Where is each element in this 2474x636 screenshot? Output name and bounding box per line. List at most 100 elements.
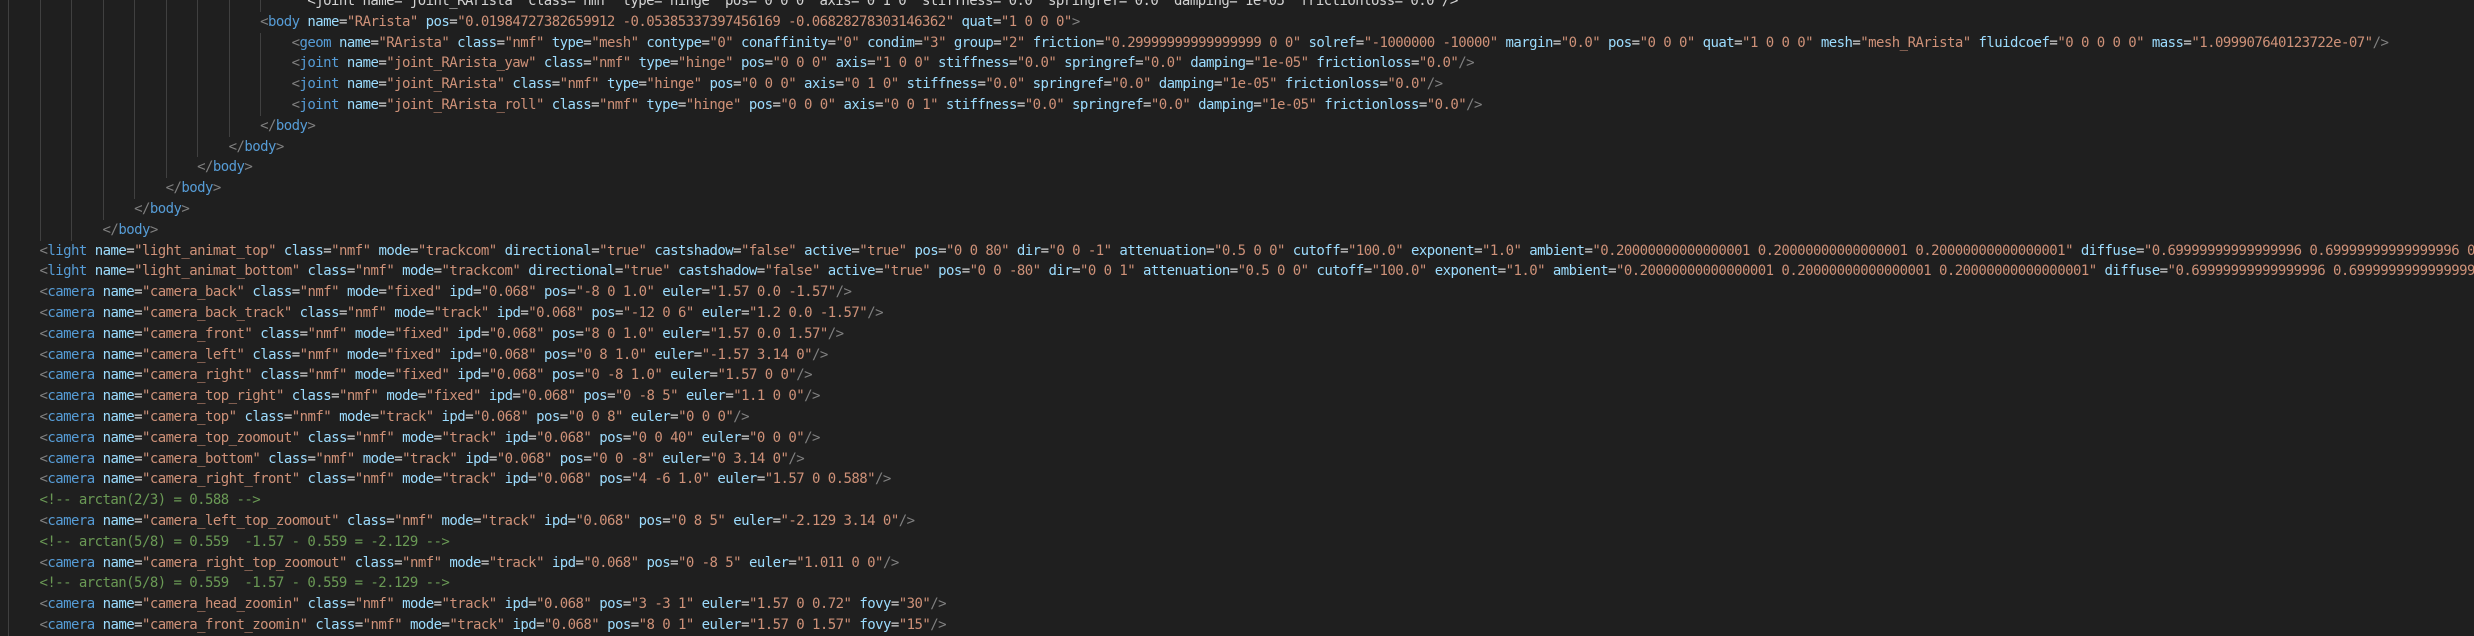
- quote-mark: ": [740, 76, 749, 93]
- code-line[interactable]: <joint name="joint_RArista_roll" class="…: [0, 94, 2474, 116]
- attribute-value: fixed: [402, 367, 442, 384]
- equals-sign: =: [1363, 263, 1372, 280]
- code-line[interactable]: <camera name="camera_left" class="nmf" m…: [0, 344, 2474, 366]
- indent-guide: [8, 406, 9, 428]
- equals-sign: =: [473, 346, 481, 363]
- attribute-name: euler: [630, 408, 671, 425]
- quote-mark: ": [362, 242, 371, 259]
- quote-mark: ": [528, 284, 537, 301]
- attribute-name: pos: [425, 13, 450, 30]
- code-line[interactable]: <camera name="camera_top_right" class="n…: [0, 386, 2474, 407]
- code-comment: <!-- arctan(5/8) = 0.559 -1.57 - 0.559 =…: [39, 575, 450, 592]
- code-line[interactable]: <joint name="joint_RArista_yaw" class="n…: [0, 53, 2474, 75]
- attribute-value: nmf: [362, 263, 387, 280]
- code-line[interactable]: </body>: [0, 115, 2474, 137]
- indent-guide: [165, 157, 167, 179]
- quote-mark: ": [1363, 34, 1372, 51]
- code-line[interactable]: </body>: [0, 136, 2474, 158]
- indent-guide: [8, 469, 9, 491]
- attribute-value: 1e-05: [1269, 96, 1309, 113]
- code-line[interactable]: </body>: [0, 198, 2474, 220]
- attribute-name: ipd: [457, 367, 481, 384]
- code-line[interactable]: <!-- arctan(2/3) = 0.588 -->: [0, 490, 2474, 511]
- quote-mark: ": [1592, 34, 1601, 51]
- code-line[interactable]: <camera name="camera_bottom" class="nmf"…: [0, 448, 2474, 470]
- quote-mark: ": [1560, 34, 1569, 51]
- quote-mark: ": [433, 304, 442, 321]
- attribute-name: cutoff: [1316, 263, 1364, 280]
- quote-mark: ": [528, 346, 537, 363]
- quote-mark: ": [685, 616, 694, 633]
- code-line[interactable]: <camera name="camera_front" class="nmf" …: [0, 323, 2474, 345]
- code-line[interactable]: <camera name="camera_back_track" class="…: [0, 302, 2474, 324]
- attribute-name: ipd: [457, 325, 481, 342]
- attribute-name: contype: [646, 34, 702, 51]
- attribute-value: 1.57 0.0 1.57: [717, 325, 820, 342]
- attribute-value: -1.57 3.14 0: [709, 346, 805, 363]
- equals-sign: =: [134, 388, 142, 405]
- code-line[interactable]: </body>: [0, 178, 2474, 199]
- quote-mark: ": [425, 408, 434, 425]
- code-line[interactable]: <!-- arctan(5/8) = 0.559 -1.57 - 0.559 =…: [0, 573, 2474, 595]
- code-editor[interactable]: <joint name="joint_RArista" class="nmf" …: [0, 0, 2474, 636]
- attribute-name: name: [102, 346, 135, 363]
- indent-guide: [165, 11, 167, 33]
- quote-mark: ": [141, 325, 150, 342]
- attribute-value: nmf: [299, 408, 324, 425]
- equals-sign: =: [622, 596, 631, 613]
- attribute-value: camera_bottom: [149, 450, 253, 467]
- quote-mark: ": [544, 450, 552, 467]
- tag-name: joint: [299, 55, 340, 72]
- quote-mark: ": [622, 55, 631, 72]
- quote-mark: ": [1032, 263, 1041, 280]
- equals-sign: =: [1206, 242, 1214, 259]
- code-line[interactable]: <camera name="camera_right" class="nmf" …: [0, 365, 2474, 387]
- indent-guide: [71, 157, 73, 179]
- quote-mark: ": [141, 450, 150, 467]
- indent-guide: [8, 573, 9, 595]
- quote-mark: ": [1103, 242, 1112, 259]
- code-line[interactable]: <camera name="camera_left_top_zoomout" c…: [0, 510, 2474, 532]
- tag-bracket: </: [165, 180, 182, 197]
- quote-mark: ": [244, 367, 253, 384]
- attribute-name: stiffness: [945, 96, 1017, 113]
- indent-guide: [8, 365, 9, 387]
- attribute-value: 0 0 0 0 0: [2065, 34, 2137, 51]
- quote-mark: ": [1371, 263, 1380, 280]
- code-line[interactable]: <camera name="camera_top_zoomout" class=…: [0, 427, 2474, 449]
- indent-guide: [71, 53, 73, 75]
- quote-mark: ": [693, 76, 702, 93]
- code-line[interactable]: <light name="light_animat_bottom" class=…: [0, 261, 2474, 283]
- attribute-name: pos: [646, 554, 671, 571]
- attribute-name: name: [102, 408, 135, 425]
- code-line[interactable]: </body>: [0, 157, 2474, 179]
- code-line[interactable]: <camera name="camera_top" class="nmf" mo…: [0, 406, 2474, 428]
- code-line[interactable]: <camera name="camera_back" class="nmf" m…: [0, 282, 2474, 303]
- indent-guide: [8, 344, 9, 366]
- code-line[interactable]: </body>: [0, 219, 2474, 241]
- tag-name: body: [244, 138, 276, 155]
- indent-guide: [102, 0, 104, 12]
- quote-mark: ": [804, 346, 813, 363]
- equals-sign: =: [528, 471, 537, 488]
- code-line[interactable]: <body name="RArista" pos="0.019847273826…: [0, 11, 2474, 33]
- code-line[interactable]: <!-- arctan(5/8) = 0.559 -1.57 - 0.559 =…: [0, 531, 2474, 553]
- attribute-name: springref: [1032, 76, 1104, 93]
- quote-mark: ": [354, 429, 363, 446]
- code-line[interactable]: <camera name="camera_right_top_zoomout" …: [0, 552, 2474, 574]
- code-line[interactable]: <geom name="RArista" class="nmf" type="m…: [0, 32, 2474, 54]
- attribute-name: class: [307, 263, 347, 280]
- code-line[interactable]: <camera name="camera_front_zoomin" class…: [0, 614, 2474, 636]
- code-line[interactable]: <joint name="joint_RArista" class="nmf" …: [0, 0, 2474, 12]
- code-line[interactable]: <camera name="camera_right_front" class=…: [0, 469, 2474, 491]
- equals-sign: =: [1340, 242, 1348, 259]
- quote-mark: ": [591, 55, 600, 72]
- code-line[interactable]: <joint name="joint_RArista" class="nmf" …: [0, 74, 2474, 95]
- quote-mark: ": [701, 471, 710, 488]
- quote-mark: ": [535, 96, 544, 113]
- attribute-name: ipd: [512, 616, 537, 633]
- code-line[interactable]: <camera name="camera_head_zoomin" class=…: [0, 594, 2474, 615]
- tag-name: camera: [47, 408, 95, 425]
- code-line[interactable]: <light name="light_animat_top" class="nm…: [0, 240, 2474, 262]
- attribute-value: 100.0: [1355, 242, 1396, 259]
